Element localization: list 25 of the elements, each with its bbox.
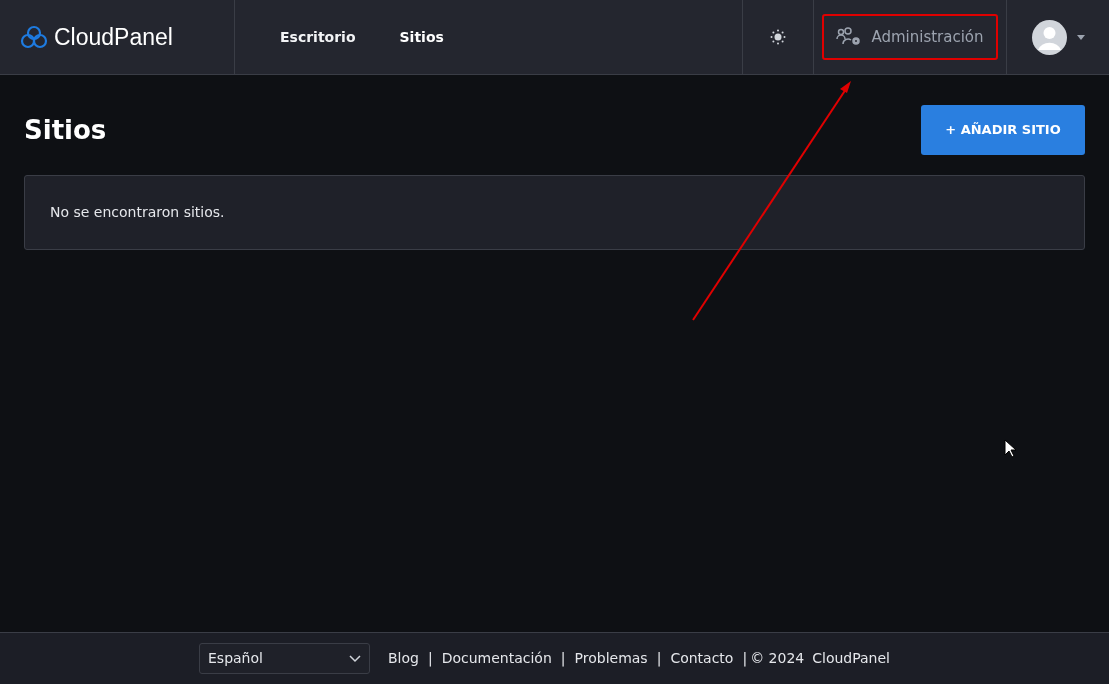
- page-title: Sitios: [24, 113, 107, 147]
- add-site-button[interactable]: + AÑADIR SITIO: [921, 105, 1085, 155]
- footer-link[interactable]: Contacto: [670, 648, 734, 669]
- sun-icon[interactable]: [770, 29, 786, 45]
- language-select[interactable]: Español: [199, 643, 370, 674]
- avatar-icon[interactable]: [1031, 19, 1067, 55]
- caret-icon[interactable]: [1076, 34, 1085, 40]
- footer-link[interactable]: CloudPanel: [812, 648, 890, 669]
- footer-link[interactable]: Documentación: [441, 648, 552, 669]
- users-gear-icon: [836, 27, 863, 47]
- chevron-down-icon: [349, 654, 361, 663]
- empty-message: No se encontraron sitios.: [50, 203, 225, 222]
- administration-button[interactable]: Administración: [822, 14, 998, 60]
- nav-link[interactable]: Escritorio: [280, 26, 356, 48]
- copyright-text: © 2024: [750, 649, 805, 668]
- nav-link[interactable]: Sitios: [399, 26, 444, 48]
- footer-separator: |: [655, 649, 663, 669]
- footer-separator: |: [426, 649, 434, 669]
- footer-link[interactable]: Blog: [388, 648, 419, 669]
- cloud-logo-icon: [20, 25, 48, 49]
- footer-link[interactable]: Problemas: [574, 648, 648, 669]
- logo-text: CloudPanel: [54, 22, 173, 52]
- footer-separator: |: [741, 649, 749, 669]
- footer-separator: |: [559, 649, 567, 669]
- mouse-cursor-icon: [1004, 439, 1016, 458]
